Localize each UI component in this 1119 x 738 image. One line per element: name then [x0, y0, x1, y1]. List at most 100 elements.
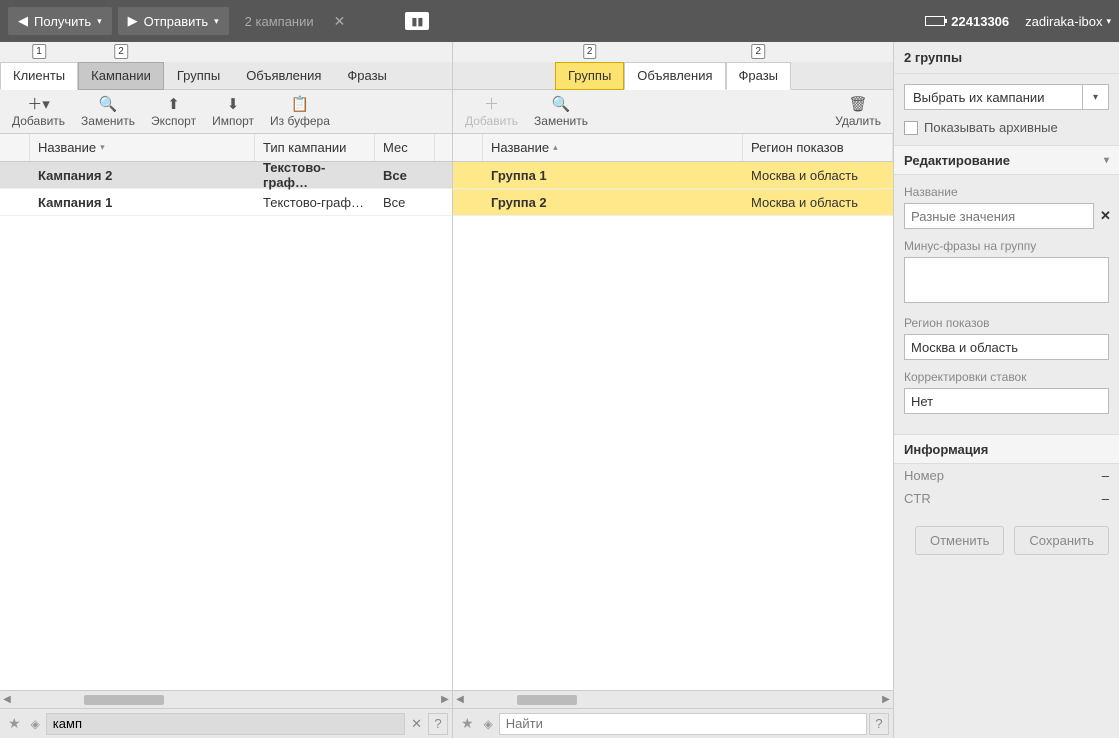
bids-label: Корректировки ставок [904, 370, 1109, 384]
tab-ads[interactable]: Объявления [233, 62, 334, 90]
tool-label: Добавить [12, 114, 65, 128]
send-button[interactable]: ▶ Отправить ▾ [118, 7, 229, 35]
region-input[interactable] [904, 334, 1109, 360]
clear-icon[interactable]: ✕ [1100, 208, 1111, 224]
account-id: 22413306 [951, 14, 1009, 29]
grid-body: Кампания 2 Текстово-граф… Все Кампания 1… [0, 162, 452, 690]
tab-clients[interactable]: 1 Клиенты [0, 62, 78, 90]
col-region[interactable]: Регион показов [743, 134, 893, 161]
left-tabs: 1 Клиенты 2 Кампании Группы Объявления Ф… [0, 62, 452, 90]
user-name-label: zadiraka-ibox [1025, 14, 1102, 29]
tab-label: Фразы [347, 68, 387, 83]
details-panel: 2 группы Выбрать их кампании ▾ Показыват… [894, 42, 1119, 738]
tab-campaigns[interactable]: 2 Кампании [78, 62, 164, 90]
h-scrollbar[interactable]: ◀ ▶ [453, 690, 893, 708]
cell-region: Москва и область [743, 162, 893, 188]
tool-label: Заменить [81, 114, 135, 128]
tab-label: Объявления [246, 68, 321, 83]
tag-icon[interactable]: ◈ [480, 717, 497, 731]
tab-badge: 2 [583, 44, 597, 59]
show-archived-checkbox[interactable] [904, 121, 918, 135]
star-icon[interactable]: ★ [4, 715, 25, 732]
editing-section[interactable]: Редактирование ▾ [894, 145, 1119, 175]
info-ctr-row: CTR – [894, 487, 1119, 510]
tool-label: Добавить [465, 114, 518, 128]
tab-groups[interactable]: Группы [164, 62, 233, 90]
tab-label: Кампании [91, 68, 151, 83]
tab-phrases[interactable]: 2 Фразы [726, 62, 792, 90]
minus-phrases-textarea[interactable] [904, 257, 1109, 303]
clipboard-button[interactable]: 📋 Из буфера [262, 92, 338, 132]
table-row[interactable]: Группа 2 Москва и область [453, 189, 893, 216]
bids-input[interactable] [904, 388, 1109, 414]
cell-name: Группа 1 [483, 162, 743, 188]
export-button[interactable]: ⬆ Экспорт [143, 92, 204, 132]
chevron-down-icon[interactable]: ▾ [1083, 84, 1109, 110]
select-campaigns-dropdown[interactable]: Выбрать их кампании [904, 84, 1083, 110]
tab-badge: 2 [114, 44, 128, 59]
tab-ads[interactable]: Объявления [624, 62, 725, 90]
tab-label: Объявления [637, 68, 712, 83]
close-icon[interactable]: ✕ [334, 13, 346, 30]
cell-name: Группа 2 [483, 189, 743, 215]
sort-icon: ▴ [553, 142, 558, 153]
tab-label: Группы [177, 68, 220, 83]
save-button[interactable]: Сохранить [1014, 526, 1109, 555]
show-archived-label: Показывать архивные [924, 120, 1058, 135]
film-icon[interactable]: ▮▮ [405, 12, 429, 30]
get-button-label: Получить [34, 14, 91, 29]
info-section[interactable]: Информация [894, 434, 1119, 464]
trash-icon: 🗑 [849, 96, 868, 112]
middle-tabs: 2 Группы Объявления 2 Фразы [453, 62, 893, 90]
clear-search-icon[interactable]: ✕ [407, 716, 426, 732]
col-type[interactable]: Тип кампании [255, 134, 375, 161]
topbar: ◀ Получить ▾ ▶ Отправить ▾ 2 кампании ✕ … [0, 0, 1119, 42]
col-place[interactable]: Мес [375, 134, 435, 161]
col-name[interactable]: Название▴ [483, 134, 743, 161]
h-scrollbar[interactable]: ◀ ▶ [0, 690, 452, 708]
send-button-label: Отправить [144, 14, 208, 29]
clipboard-icon: 📋 [291, 96, 310, 112]
search-input[interactable] [46, 713, 405, 735]
table-row[interactable]: Группа 1 Москва и область [453, 162, 893, 189]
cancel-button[interactable]: Отменить [915, 526, 1004, 555]
search-input[interactable] [499, 713, 867, 735]
minus-phrases-label: Минус-фразы на группу [904, 239, 1109, 253]
delete-button[interactable]: 🗑 Удалить [827, 92, 889, 132]
tool-label: Заменить [534, 114, 588, 128]
tab-groups[interactable]: 2 Группы [555, 62, 624, 90]
table-row[interactable]: Кампания 2 Текстово-граф… Все [0, 162, 452, 189]
info-value: – [1102, 491, 1109, 506]
info-label: Номер [904, 468, 944, 483]
plus-icon: ＋ [484, 96, 499, 112]
name-input[interactable] [904, 203, 1094, 229]
import-button[interactable]: ⬇ Импорт [204, 92, 262, 132]
search-icon: 🔍 [552, 96, 571, 112]
info-value: – [1102, 468, 1109, 483]
get-button[interactable]: ◀ Получить ▾ [8, 7, 112, 35]
help-button[interactable]: ? [428, 713, 448, 735]
col-name[interactable]: Название▾ [30, 134, 255, 161]
user-menu[interactable]: zadiraka-ibox ▾ [1025, 14, 1111, 29]
chevron-down-icon: ▾ [214, 16, 219, 27]
help-button[interactable]: ? [869, 713, 889, 735]
tool-label: Удалить [835, 114, 881, 128]
sort-icon: ▾ [100, 142, 105, 153]
chevron-down-icon: ▾ [1106, 16, 1111, 27]
middle-toolbar: ＋ Добавить 🔍 Заменить 🗑 Удалить [453, 90, 893, 134]
tab-label: Группы [568, 68, 611, 83]
search-icon: 🔍 [99, 96, 118, 112]
tool-label: Из буфера [270, 114, 330, 128]
left-toolbar: ＋▾ Добавить 🔍 Заменить ⬆ Экспорт ⬇ Импор… [0, 90, 452, 134]
add-button[interactable]: ＋▾ Добавить [4, 92, 73, 132]
info-label: CTR [904, 491, 931, 506]
tool-label: Импорт [212, 114, 254, 128]
star-icon[interactable]: ★ [457, 715, 478, 732]
replace-button[interactable]: 🔍 Заменить [73, 92, 143, 132]
replace-button[interactable]: 🔍 Заменить [526, 92, 596, 132]
grid-header: Название▾ Тип кампании Мес [0, 134, 452, 162]
tag-icon[interactable]: ◈ [27, 717, 44, 731]
tab-phrases[interactable]: Фразы [334, 62, 400, 90]
table-row[interactable]: Кампания 1 Текстово-граф… Все [0, 189, 452, 216]
region-label: Регион показов [904, 316, 1109, 330]
